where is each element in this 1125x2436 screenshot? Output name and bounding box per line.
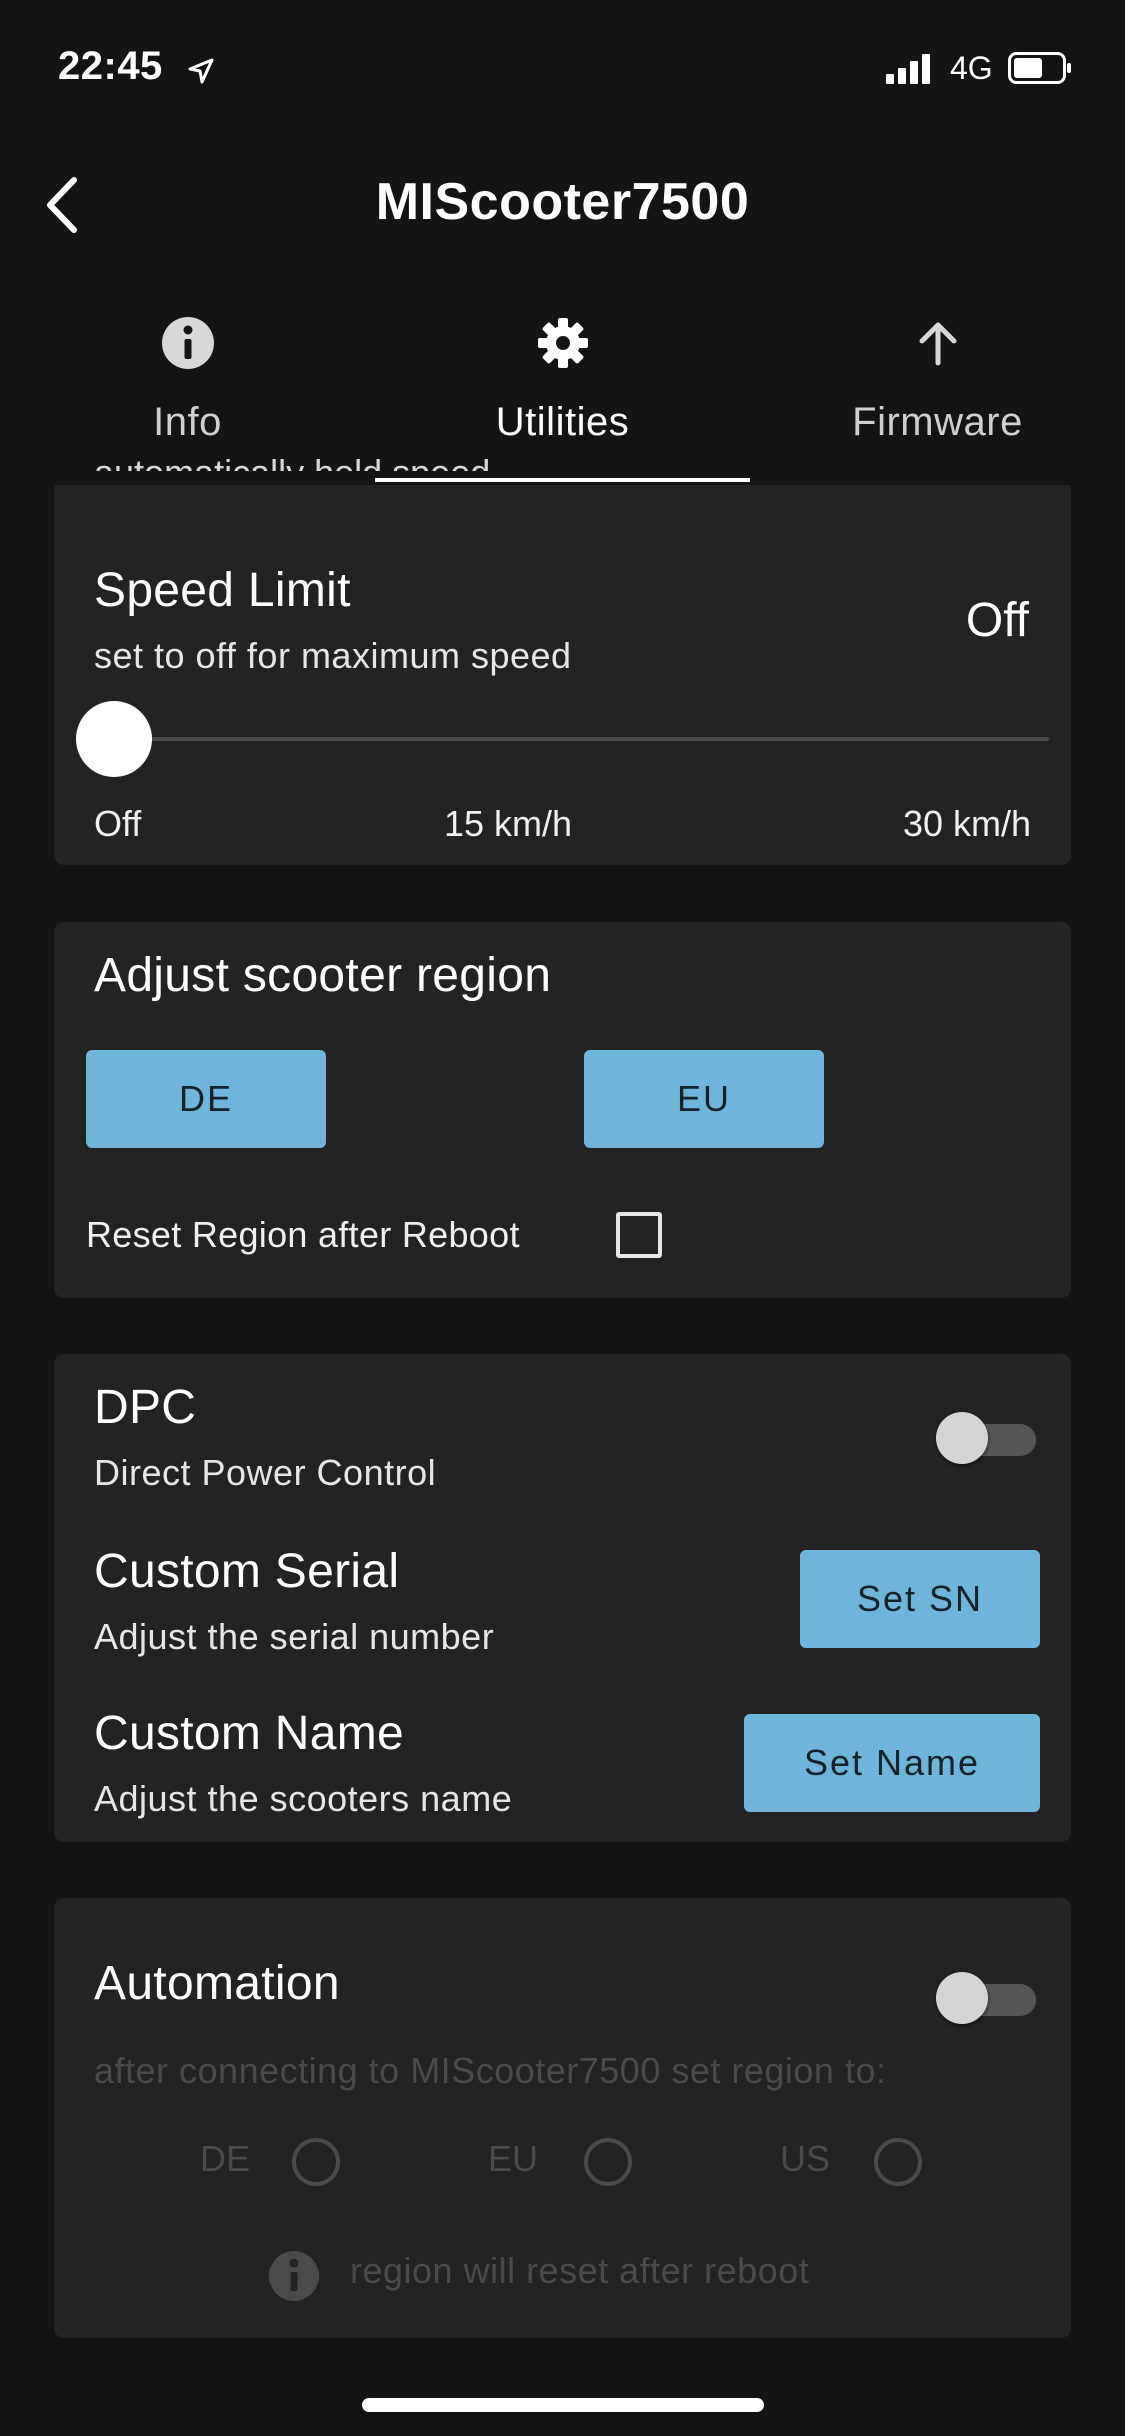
status-time: 22:45	[58, 44, 163, 88]
radio-label-eu: EU	[488, 2138, 539, 2179]
speed-limit-slider-track[interactable]	[114, 737, 1049, 741]
page-title: MIScooter7500	[375, 173, 750, 231]
reset-region-label: Reset Region after Reboot	[86, 1214, 520, 1255]
automation-title: Automation	[94, 1957, 340, 2010]
automation-subtitle: after connecting to MIScooter7500 set re…	[94, 2050, 887, 2091]
tab-firmware-label: Firmware	[852, 400, 1023, 444]
active-tab-indicator	[375, 478, 750, 482]
region-reset-note: region will reset after reboot	[350, 2250, 810, 2291]
speed-limit-title: Speed Limit	[94, 564, 351, 617]
region-title: Adjust scooter region	[94, 949, 552, 1002]
speed-limit-subtitle: set to off for maximum speed	[94, 635, 572, 676]
cruise-control-subtitle-cut: automatically hold speed	[94, 455, 490, 471]
radio-de[interactable]	[292, 2138, 340, 2186]
battery-icon	[1008, 52, 1071, 84]
tab-utilities-label: Utilities	[495, 400, 630, 444]
status-bar: 22:45 4G	[0, 0, 1125, 140]
dpc-toggle[interactable]	[936, 1412, 1040, 1464]
region-card: Adjust scooter region DE EU Reset Region…	[54, 922, 1071, 1298]
dpc-subtitle: Direct Power Control	[94, 1452, 437, 1493]
automation-card: Automation after connecting to MIScooter…	[54, 1898, 1071, 2338]
tab-firmware[interactable]: Firmware	[750, 300, 1125, 485]
set-sn-button[interactable]: Set SN	[800, 1550, 1040, 1648]
radio-label-us: US	[780, 2138, 831, 2179]
dpc-title: DPC	[94, 1381, 197, 1434]
custom-name-title: Custom Name	[94, 1707, 405, 1760]
tab-info-label: Info	[153, 400, 222, 444]
set-name-button[interactable]: Set Name	[744, 1714, 1040, 1812]
radio-us[interactable]	[874, 2138, 922, 2186]
automation-toggle[interactable]	[936, 1972, 1040, 2024]
custom-serial-title: Custom Serial	[94, 1545, 400, 1598]
arrow-up-icon	[919, 322, 957, 366]
signal-strength-icon	[886, 54, 930, 84]
speed-limit-slider-thumb[interactable]	[76, 701, 152, 777]
custom-name-subtitle: Adjust the scooters name	[94, 1778, 513, 1819]
reset-region-checkbox[interactable]	[616, 1212, 662, 1258]
slider-tick-label: Off	[94, 803, 142, 844]
info-icon	[162, 317, 214, 369]
dpc-card: DPC Direct Power Control Custom Serial A…	[54, 1354, 1071, 1842]
gear-icon	[538, 318, 588, 368]
custom-serial-subtitle: Adjust the serial number	[94, 1616, 495, 1657]
slider-tick-label: 15 km/h	[444, 803, 573, 844]
region-de-button[interactable]: DE	[86, 1050, 326, 1148]
home-indicator	[362, 2398, 764, 2412]
location-arrow-icon	[188, 58, 214, 84]
slider-tick-label: 30 km/h	[902, 803, 1031, 844]
radio-label-de: DE	[200, 2138, 251, 2179]
speed-limit-value: Off	[965, 594, 1029, 647]
region-eu-button[interactable]: EU	[584, 1050, 824, 1148]
network-type: 4G	[950, 50, 993, 86]
speed-limit-card: automatically hold speed Speed Limit set…	[54, 455, 1071, 865]
radio-eu[interactable]	[584, 2138, 632, 2186]
info-icon	[269, 2251, 319, 2301]
